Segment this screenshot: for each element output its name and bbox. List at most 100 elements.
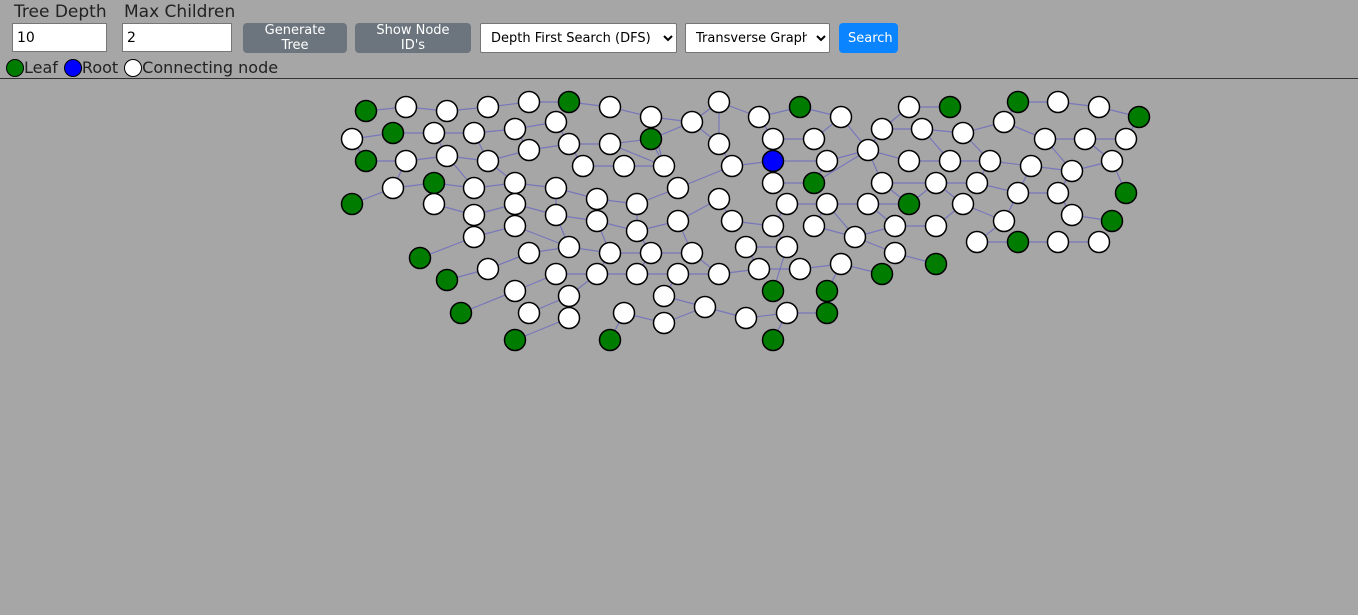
connecting-node[interactable] (1060, 203, 1084, 227)
connecting-node[interactable] (897, 149, 921, 173)
connecting-node[interactable] (598, 95, 622, 119)
connecting-node[interactable] (639, 105, 663, 129)
connecting-node[interactable] (788, 257, 812, 281)
connecting-node[interactable] (462, 203, 486, 227)
leaf-node[interactable] (422, 171, 446, 195)
connecting-node[interactable] (1060, 159, 1084, 183)
connecting-node[interactable] (734, 235, 758, 259)
leaf-node[interactable] (1100, 209, 1124, 233)
connecting-node[interactable] (1046, 230, 1070, 254)
connecting-node[interactable] (734, 306, 758, 330)
connecting-node[interactable] (503, 192, 527, 216)
connecting-node[interactable] (503, 279, 527, 303)
connecting-node[interactable] (625, 262, 649, 286)
leaf-node[interactable] (503, 328, 527, 352)
connecting-node[interactable] (612, 301, 636, 325)
connecting-node[interactable] (775, 192, 799, 216)
leaf-node[interactable] (1006, 230, 1030, 254)
connecting-node[interactable] (707, 187, 731, 211)
connecting-node[interactable] (680, 110, 704, 134)
connecting-node[interactable] (666, 176, 690, 200)
connecting-node[interactable] (856, 138, 880, 162)
connecting-node[interactable] (476, 95, 500, 119)
connecting-node[interactable] (1087, 230, 1111, 254)
connecting-node[interactable] (829, 105, 853, 129)
connecting-node[interactable] (625, 219, 649, 243)
connecting-node[interactable] (883, 241, 907, 265)
connecting-node[interactable] (1033, 127, 1057, 151)
connecting-node[interactable] (652, 311, 676, 335)
connecting-node[interactable] (897, 95, 921, 119)
connecting-node[interactable] (557, 306, 581, 330)
connecting-node[interactable] (652, 284, 676, 308)
leaf-node[interactable] (381, 121, 405, 145)
connecting-node[interactable] (1006, 181, 1030, 205)
connecting-node[interactable] (883, 214, 907, 238)
connecting-node[interactable] (707, 90, 731, 114)
algorithm-select[interactable]: Depth First Search (DFS) (480, 23, 677, 53)
connecting-node[interactable] (1073, 127, 1097, 151)
connecting-node[interactable] (802, 127, 826, 151)
connecting-node[interactable] (761, 214, 785, 238)
graph-canvas[interactable] (0, 78, 1358, 614)
connecting-node[interactable] (720, 154, 744, 178)
leaf-node[interactable] (557, 90, 581, 114)
connecting-node[interactable] (612, 154, 636, 178)
leaf-node[interactable] (1006, 90, 1030, 114)
leaf-node[interactable] (788, 95, 812, 119)
leaf-node[interactable] (1127, 105, 1151, 129)
connecting-node[interactable] (639, 241, 663, 265)
connecting-node[interactable] (978, 149, 1002, 173)
connecting-node[interactable] (910, 117, 934, 141)
connecting-node[interactable] (992, 110, 1016, 134)
connecting-node[interactable] (394, 149, 418, 173)
leaf-node[interactable] (435, 268, 459, 292)
connecting-node[interactable] (1019, 154, 1043, 178)
connecting-node[interactable] (870, 171, 894, 195)
connecting-node[interactable] (462, 121, 486, 145)
connecting-node[interactable] (951, 121, 975, 145)
connecting-node[interactable] (965, 171, 989, 195)
connecting-node[interactable] (517, 241, 541, 265)
connecting-node[interactable] (435, 144, 459, 168)
connecting-node[interactable] (557, 284, 581, 308)
connecting-node[interactable] (856, 192, 880, 216)
connecting-node[interactable] (951, 192, 975, 216)
show-node-ids-button[interactable]: Show Node ID's (355, 23, 471, 53)
connecting-node[interactable] (598, 241, 622, 265)
leaf-node[interactable] (815, 279, 839, 303)
mode-select[interactable]: Transverse Graph (685, 23, 830, 53)
leaf-node[interactable] (802, 171, 826, 195)
connecting-node[interactable] (680, 241, 704, 265)
connecting-node[interactable] (815, 149, 839, 173)
tree-depth-input[interactable] (12, 23, 107, 52)
connecting-node[interactable] (775, 235, 799, 259)
connecting-node[interactable] (503, 171, 527, 195)
connecting-node[interactable] (517, 138, 541, 162)
connecting-node[interactable] (476, 257, 500, 281)
connecting-node[interactable] (870, 117, 894, 141)
connecting-node[interactable] (652, 154, 676, 178)
connecting-node[interactable] (1087, 95, 1111, 119)
max-children-input[interactable] (122, 23, 232, 52)
connecting-node[interactable] (938, 149, 962, 173)
leaf-node[interactable] (938, 95, 962, 119)
connecting-node[interactable] (598, 132, 622, 156)
connecting-node[interactable] (517, 301, 541, 325)
connecting-node[interactable] (585, 187, 609, 211)
connecting-node[interactable] (503, 117, 527, 141)
connecting-node[interactable] (924, 171, 948, 195)
search-button[interactable]: Search (839, 23, 898, 53)
leaf-node[interactable] (761, 279, 785, 303)
connecting-node[interactable] (965, 230, 989, 254)
leaf-node[interactable] (408, 246, 432, 270)
connecting-node[interactable] (340, 127, 364, 151)
connecting-node[interactable] (707, 262, 731, 286)
graph-svg[interactable] (0, 79, 1358, 615)
root-node[interactable] (761, 149, 785, 173)
connecting-node[interactable] (476, 149, 500, 173)
leaf-node[interactable] (924, 252, 948, 276)
connecting-node[interactable] (761, 171, 785, 195)
connecting-node[interactable] (557, 132, 581, 156)
leaf-node[interactable] (449, 301, 473, 325)
